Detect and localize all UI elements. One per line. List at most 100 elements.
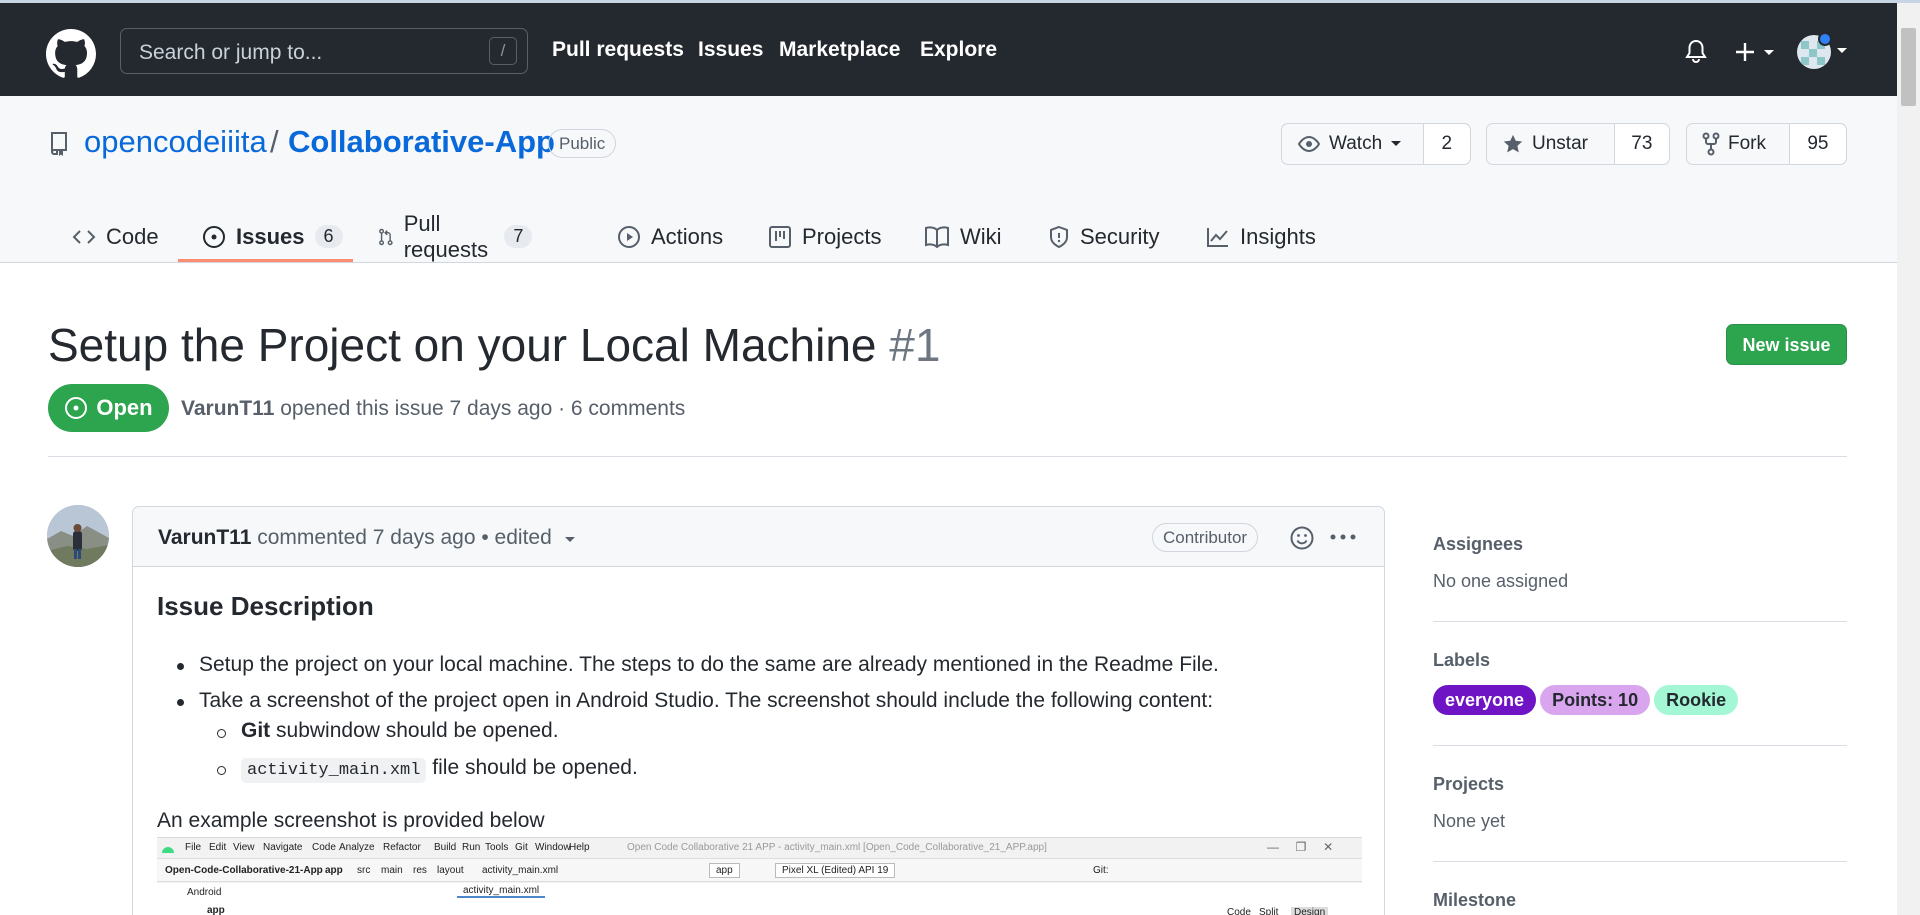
tab-wiki[interactable]: Wiki (924, 210, 1002, 263)
nav-marketplace[interactable]: Marketplace (779, 38, 900, 62)
nav-issues[interactable]: Issues (698, 38, 763, 62)
repo-owner-link[interactable]: opencodeiiita (84, 124, 267, 160)
watch-button[interactable]: Watch (1282, 124, 1423, 164)
comment-header-text: VarunT11 commented 7 days ago • edited (158, 526, 576, 550)
tab-security[interactable]: Security (1048, 210, 1159, 263)
sidebar-projects[interactable]: Projects None yet (1433, 774, 1847, 832)
ide-menu-item: View (233, 842, 255, 853)
table-icon (769, 225, 791, 248)
ide-run-config: app (709, 863, 740, 878)
github-logo-icon[interactable] (46, 29, 96, 79)
issue-title-text: Setup the Project on your Local Machine (48, 319, 877, 371)
tab-actions[interactable]: Actions (617, 210, 723, 263)
comment-header: VarunT11 commented 7 days ago • edited C… (133, 507, 1384, 567)
chevron-down-icon[interactable] (564, 536, 576, 544)
bell-icon[interactable] (1685, 39, 1707, 63)
bullet-marker (177, 663, 184, 670)
tab-pull-requests[interactable]: Pull requests 7 (378, 210, 533, 263)
ide-menu-item: Run (462, 842, 481, 853)
comment-author-avatar[interactable] (47, 505, 109, 567)
star-count[interactable]: 73 (1613, 124, 1669, 164)
eye-icon (1297, 135, 1321, 153)
fork-label: Fork (1728, 133, 1766, 154)
issue-author-link[interactable]: VarunT11 (181, 397, 274, 420)
ide-menu-item: Help (569, 842, 590, 853)
watch-count[interactable]: 2 (1422, 124, 1470, 164)
comment-author-link[interactable]: VarunT11 (158, 526, 251, 549)
global-header: Search or jump to... / Pull requests Iss… (0, 3, 1897, 96)
label-everyone[interactable]: everyone (1433, 685, 1537, 715)
sub-bullet-bold: Git (241, 719, 271, 742)
sidebar-section-value: No one assigned (1433, 571, 1569, 591)
issue-comment: VarunT11 commented 7 days ago • edited C… (132, 506, 1385, 915)
chevron-down-icon[interactable] (1836, 47, 1848, 55)
ide-menu-item: Build (434, 842, 457, 853)
sidebar-section-title: Labels (1433, 650, 1491, 670)
git-pull-request-icon (379, 228, 393, 245)
ide-window-title: Open Code Collaborative 21 APP - activit… (627, 842, 1047, 853)
graph-icon (1207, 227, 1228, 247)
kebab-horizontal-icon[interactable] (1330, 533, 1356, 541)
ide-menu-item: Refactor (383, 842, 421, 853)
label-rookie[interactable]: Rookie (1654, 685, 1739, 715)
tab-insights[interactable]: Insights (1206, 210, 1316, 263)
tab-projects[interactable]: Projects (768, 210, 881, 263)
tab-label: Projects (802, 223, 882, 249)
sub-bullet-text: file should be opened. (432, 756, 638, 779)
tab-label: Security (1080, 223, 1160, 249)
sidebar-labels[interactable]: Labels everyone Points: 10 Rookie (1433, 650, 1847, 715)
visibility-badge: Public (548, 129, 617, 158)
issue-meta-text: opened this issue 7 days ago · 6 comment… (280, 397, 686, 420)
nav-explore[interactable]: Explore (920, 38, 997, 62)
tab-label: Issues (236, 223, 305, 249)
repo-forked-icon (1702, 132, 1720, 156)
sub-bullet-item: activity_main.xml file should be opened. (241, 756, 638, 783)
repo-name-link[interactable]: Collaborative-App (288, 124, 555, 160)
book-icon (925, 225, 949, 248)
sidebar-divider (1433, 861, 1847, 862)
search-input[interactable]: Search or jump to... / (120, 28, 528, 74)
ide-breadcrumb-item: Open-Code-Collaborative-21-App (165, 865, 323, 876)
ide-menu-item: Git (515, 842, 528, 853)
new-issue-button[interactable]: New issue (1726, 324, 1847, 365)
comment-meta[interactable]: commented 7 days ago • edited (257, 526, 552, 549)
comment-body: Issue Description Setup the project on y… (157, 591, 1357, 783)
nav-pull-requests[interactable]: Pull requests (552, 38, 684, 62)
page-scrollbar[interactable] (1897, 3, 1920, 915)
label-points[interactable]: Points: 10 (1540, 685, 1651, 715)
sidebar-assignees[interactable]: Assignees No one assigned (1433, 534, 1847, 592)
tab-issues[interactable]: Issues 6 (202, 210, 343, 263)
repo-icon (51, 132, 67, 156)
tab-label: Wiki (960, 223, 1002, 249)
header-divider (48, 456, 1847, 457)
tab-label: Insights (1240, 223, 1316, 249)
sidebar-milestone[interactable]: Milestone (1433, 890, 1847, 911)
fork-count[interactable]: 95 (1788, 124, 1846, 164)
search-placeholder: Search or jump to... (139, 41, 323, 64)
embedded-screenshot-image[interactable]: File Edit View Navigate Code Analyze Ref… (157, 837, 1362, 915)
tab-code[interactable]: Code (72, 210, 159, 263)
watch-label: Watch (1329, 133, 1383, 154)
page: Search or jump to... / Pull requests Iss… (0, 0, 1920, 915)
ide-tree-item: app (207, 905, 225, 915)
issue-title: Setup the Project on your Local Machine … (48, 318, 940, 372)
sidebar-section-title: Milestone (1433, 890, 1517, 910)
tab-label: Actions (651, 223, 724, 249)
bullet-item: Setup the project on your local machine.… (199, 653, 1219, 676)
ide-menu-item: Analyze (339, 842, 375, 853)
label-list: everyone Points: 10 Rookie (1433, 685, 1847, 715)
create-new-dropdown-icon[interactable] (1734, 41, 1778, 63)
ide-view-mode: Design (1291, 907, 1329, 915)
sidebar-divider (1433, 621, 1847, 622)
smiley-icon[interactable] (1289, 525, 1315, 551)
sidebar-divider (1433, 745, 1847, 746)
unstar-button[interactable]: Unstar (1487, 124, 1614, 164)
search-shortcut-hint: / (489, 37, 517, 65)
issue-state-label: Open (96, 395, 153, 420)
sub-bullet-item: Git subwindow should be opened. (241, 719, 559, 743)
scrollbar-thumb[interactable] (1901, 28, 1916, 106)
fork-button[interactable]: Fork (1687, 124, 1789, 164)
ide-view-mode: Split (1259, 907, 1279, 915)
bullet-item: Take a screenshot of the project open in… (199, 689, 1214, 712)
repository-header: opencodeiiita / Collaborative-App Public… (0, 96, 1897, 263)
